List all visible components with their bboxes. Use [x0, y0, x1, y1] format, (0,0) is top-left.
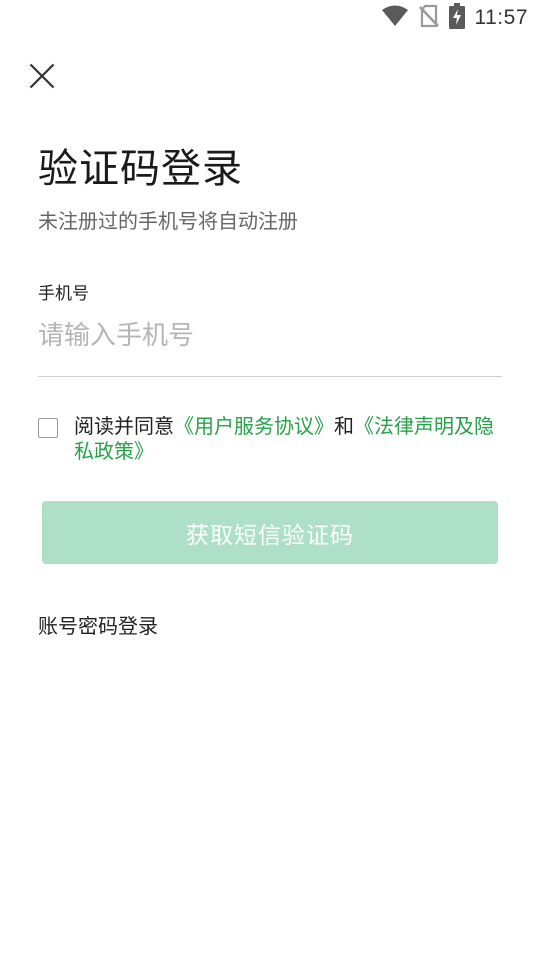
status-time: 11:57: [474, 6, 528, 29]
phone-label: 手机号: [38, 284, 89, 304]
close-icon: [29, 63, 55, 93]
status-icons: 11:57: [381, 3, 529, 33]
get-sms-code-button[interactable]: 获取短信验证码: [42, 501, 498, 564]
status-bar: 11:57: [0, 0, 540, 36]
agreement-prefix: 阅读并同意: [74, 414, 174, 438]
user-service-agreement-link[interactable]: 《用户服务协议》: [174, 414, 334, 438]
wifi-icon: [381, 5, 409, 31]
agreement-checkbox[interactable]: [38, 418, 58, 438]
agreement-conjunction: 和: [334, 414, 354, 438]
close-button[interactable]: [26, 62, 58, 94]
battery-charging-icon: [448, 3, 465, 33]
phone-input-underline: [38, 376, 502, 377]
phone-input[interactable]: [38, 312, 502, 360]
agreement-text: 阅读并同意《用户服务协议》和《法律声明及隐私政策》: [74, 414, 504, 464]
page-subtitle: 未注册过的手机号将自动注册: [38, 209, 298, 233]
page-title: 验证码登录: [38, 146, 243, 192]
no-sim-icon: [418, 4, 439, 32]
password-login-link[interactable]: 账号密码登录: [38, 610, 158, 639]
